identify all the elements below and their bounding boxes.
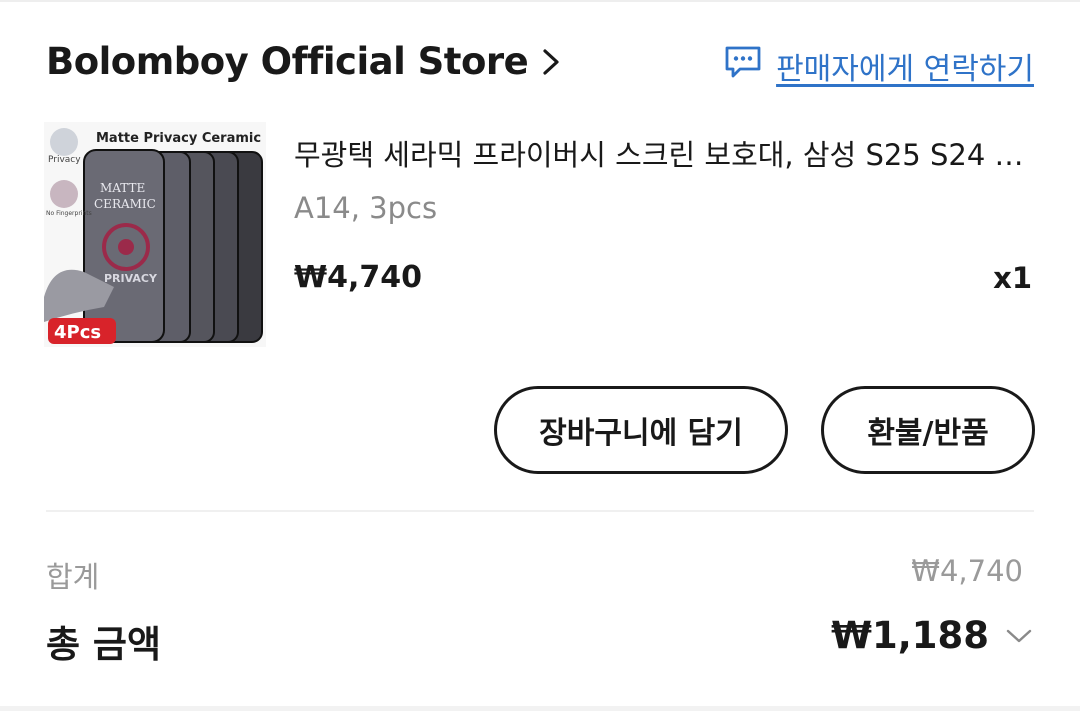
total-amount-toggle[interactable]: ₩1,188 [831,614,1033,657]
store-name: Bolomboy Official Store [46,40,529,83]
total-value: ₩1,188 [831,614,989,657]
image-screen-text-1: MATTE [100,181,145,195]
image-badge-privacy: Privacy [48,155,81,165]
product-variant: A14, 3pcs [294,191,438,225]
total-label: 총 금액 [46,623,162,666]
section-divider [46,510,1034,512]
image-heading: Matte Privacy Ceramic [96,131,261,146]
image-screen-text-2: CERAMIC [94,197,156,211]
refund-return-button[interactable]: 환불/반품 [821,386,1035,474]
subtotal-value: ₩4,740 [911,554,1023,588]
product-thumbnail[interactable]: Matte Privacy Ceramic MATTE CERAMIC PRIV… [44,122,266,347]
subtotal-label: 합계 [46,560,100,594]
chevron-right-icon [542,48,560,76]
contact-seller-label: 판매자에게 연락하기 [776,52,1034,87]
top-divider [0,0,1080,2]
bottom-divider [0,706,1080,711]
product-price: ₩4,740 [294,260,422,295]
product-quantity: x1 [993,261,1032,295]
image-count-badge: 4Pcs [54,322,101,343]
image-badge-fingerprints: No Fingerprints [46,210,92,217]
product-title[interactable]: 무광택 세라믹 프라이버시 스크린 보호대, 삼성 S25 S24 S23 S2… [294,132,1034,174]
add-to-cart-button[interactable]: 장바구니에 담기 [494,386,788,474]
image-screen-text-3: PRIVACY [104,272,158,285]
chat-icon [724,45,762,87]
store-link[interactable]: Bolomboy Official Store [46,40,560,83]
chevron-down-icon [1005,627,1033,645]
contact-seller-link[interactable]: 판매자에게 연락하기 [724,44,1034,88]
